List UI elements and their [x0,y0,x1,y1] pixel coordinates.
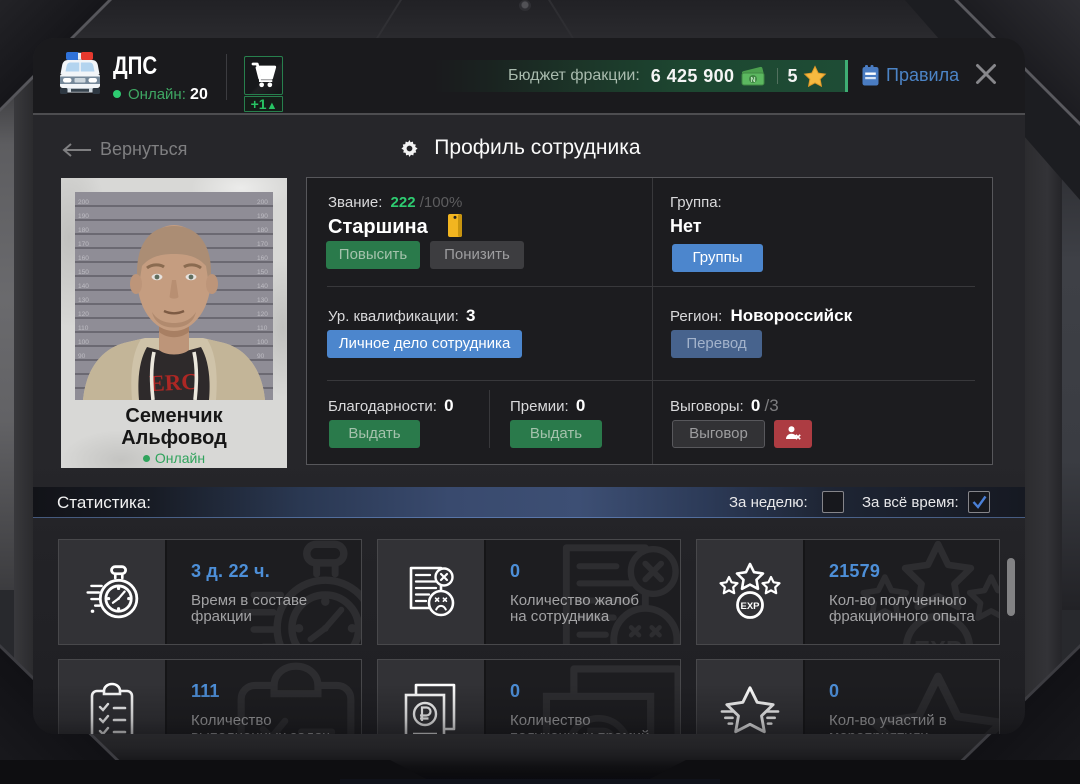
svg-text:120: 120 [78,311,89,318]
svg-text:110: 110 [257,325,268,332]
svg-text:N: N [751,77,756,84]
svg-text:190: 190 [78,213,89,220]
svg-text:160: 160 [78,255,89,262]
svg-text:100: 100 [257,339,268,346]
svg-text:170: 170 [78,241,89,248]
svg-text:180: 180 [257,227,268,234]
svg-text:130: 130 [78,297,89,304]
svg-text:170: 170 [257,241,268,248]
svg-text:130: 130 [257,297,268,304]
svg-text:200: 200 [78,199,89,206]
svg-text:180: 180 [78,227,89,234]
svg-text:ERC: ERC [149,369,199,397]
svg-text:120: 120 [257,311,268,318]
svg-text:90: 90 [78,353,86,360]
svg-text:150: 150 [78,269,89,276]
svg-text:190: 190 [257,213,268,220]
svg-text:150: 150 [257,269,268,276]
svg-text:100: 100 [78,339,89,346]
svg-text:90: 90 [257,353,265,360]
svg-text:140: 140 [257,283,268,290]
svg-text:160: 160 [257,255,268,262]
svg-text:140: 140 [78,283,89,290]
svg-text:110: 110 [78,325,89,332]
svg-text:200: 200 [257,199,268,206]
